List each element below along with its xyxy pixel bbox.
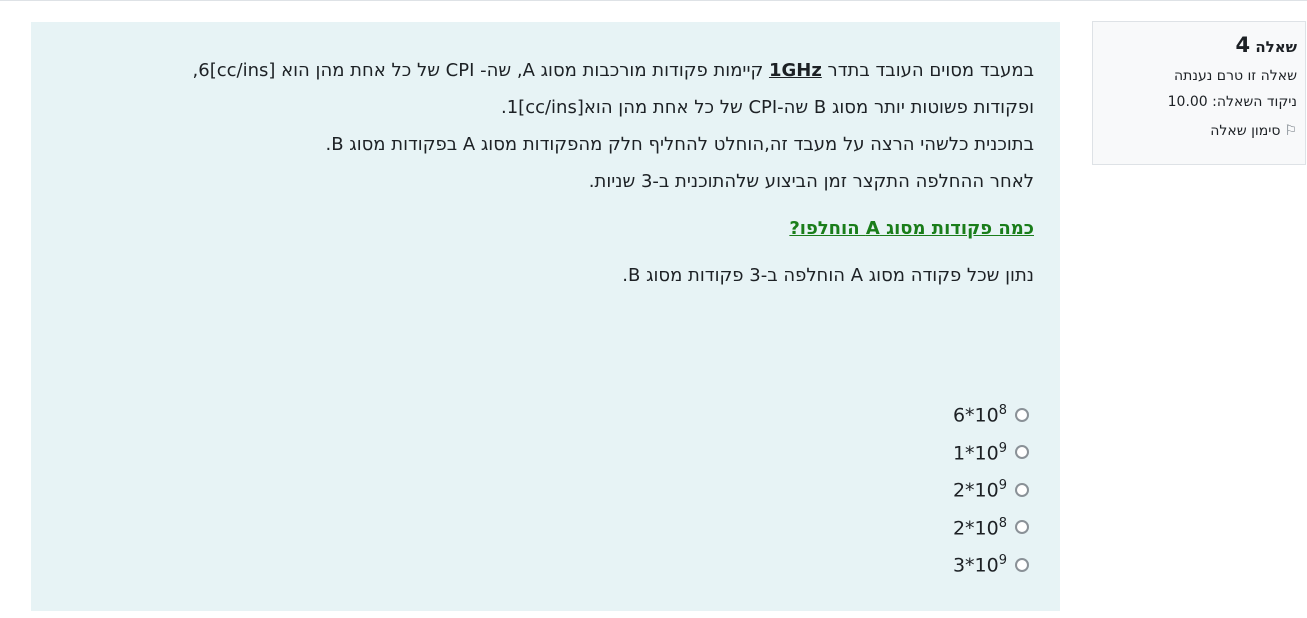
question-line-3: בתוכנית כלשהי הרצה על מעבד זה,הוחלט להחל… xyxy=(325,134,1034,155)
answer-label: 2*109 xyxy=(952,478,1007,502)
question-ask: כמה פקודות מסוג A הוחלפו? xyxy=(789,218,1034,239)
answer-option[interactable]: 2*109 xyxy=(953,471,1029,509)
flag-label: סימון שאלה xyxy=(1210,123,1281,139)
radio-button[interactable] xyxy=(1015,482,1029,497)
answer-options: 6*108 1*109 2*109 2*108 3*109 xyxy=(953,396,1029,584)
radio-button[interactable] xyxy=(1015,557,1029,572)
question-text-area: במעבד מסוים העובד בתדר 1GHz קיימות פקודו… xyxy=(31,22,1060,611)
radio-button[interactable] xyxy=(1015,407,1029,422)
answer-option[interactable]: 1*109 xyxy=(953,434,1029,472)
line1-start: במעבד מסוים העובד בתדר xyxy=(821,60,1034,81)
radio-button[interactable] xyxy=(1015,520,1029,535)
question-line-2: ופקודות פשוטות יותר מסוג B שה-CPI של כל … xyxy=(500,97,1034,118)
question-info-panel: שאלה 4 שאלה זו טרם נענתה ניקוד השאלה: 10… xyxy=(1092,21,1306,165)
flag-icon: ⚐ xyxy=(1284,123,1297,139)
answer-label: 2*108 xyxy=(952,515,1007,539)
frequency-highlight: 1GHz xyxy=(768,60,822,81)
question-given: נתון שכל פקודה מסוג A הוחלפה ב-3 פקודות … xyxy=(622,265,1034,286)
question-grade: ניקוד השאלה: 10.00 xyxy=(1167,94,1297,110)
answer-option[interactable]: 6*108 xyxy=(953,396,1029,434)
top-divider xyxy=(0,0,1307,1)
answer-label: 1*109 xyxy=(952,440,1007,464)
question-line-4: לאחר ההחלפה התקצר זמן הביצוע שלהתוכנית ב… xyxy=(588,171,1034,192)
question-word: שאלה xyxy=(1255,38,1297,56)
question-number-value: 4 xyxy=(1235,33,1251,57)
answer-label: 3*109 xyxy=(952,553,1007,577)
question-number: שאלה 4 xyxy=(1101,31,1297,61)
radio-button[interactable] xyxy=(1015,445,1029,460)
flag-question-button[interactable]: ⚐סימון שאלה xyxy=(1101,121,1297,142)
question-status: שאלה זו טרם נענתה xyxy=(1174,68,1297,84)
line1-end: קיימות פקודות מורכבות מסוג A, שה- CPI של… xyxy=(192,60,769,81)
question-line-1: במעבד מסוים העובד בתדר 1GHz קיימות פקודו… xyxy=(57,52,1035,89)
answer-option[interactable]: 3*109 xyxy=(953,546,1029,584)
answer-option[interactable]: 2*108 xyxy=(953,509,1029,547)
answer-label: 6*108 xyxy=(952,403,1007,427)
